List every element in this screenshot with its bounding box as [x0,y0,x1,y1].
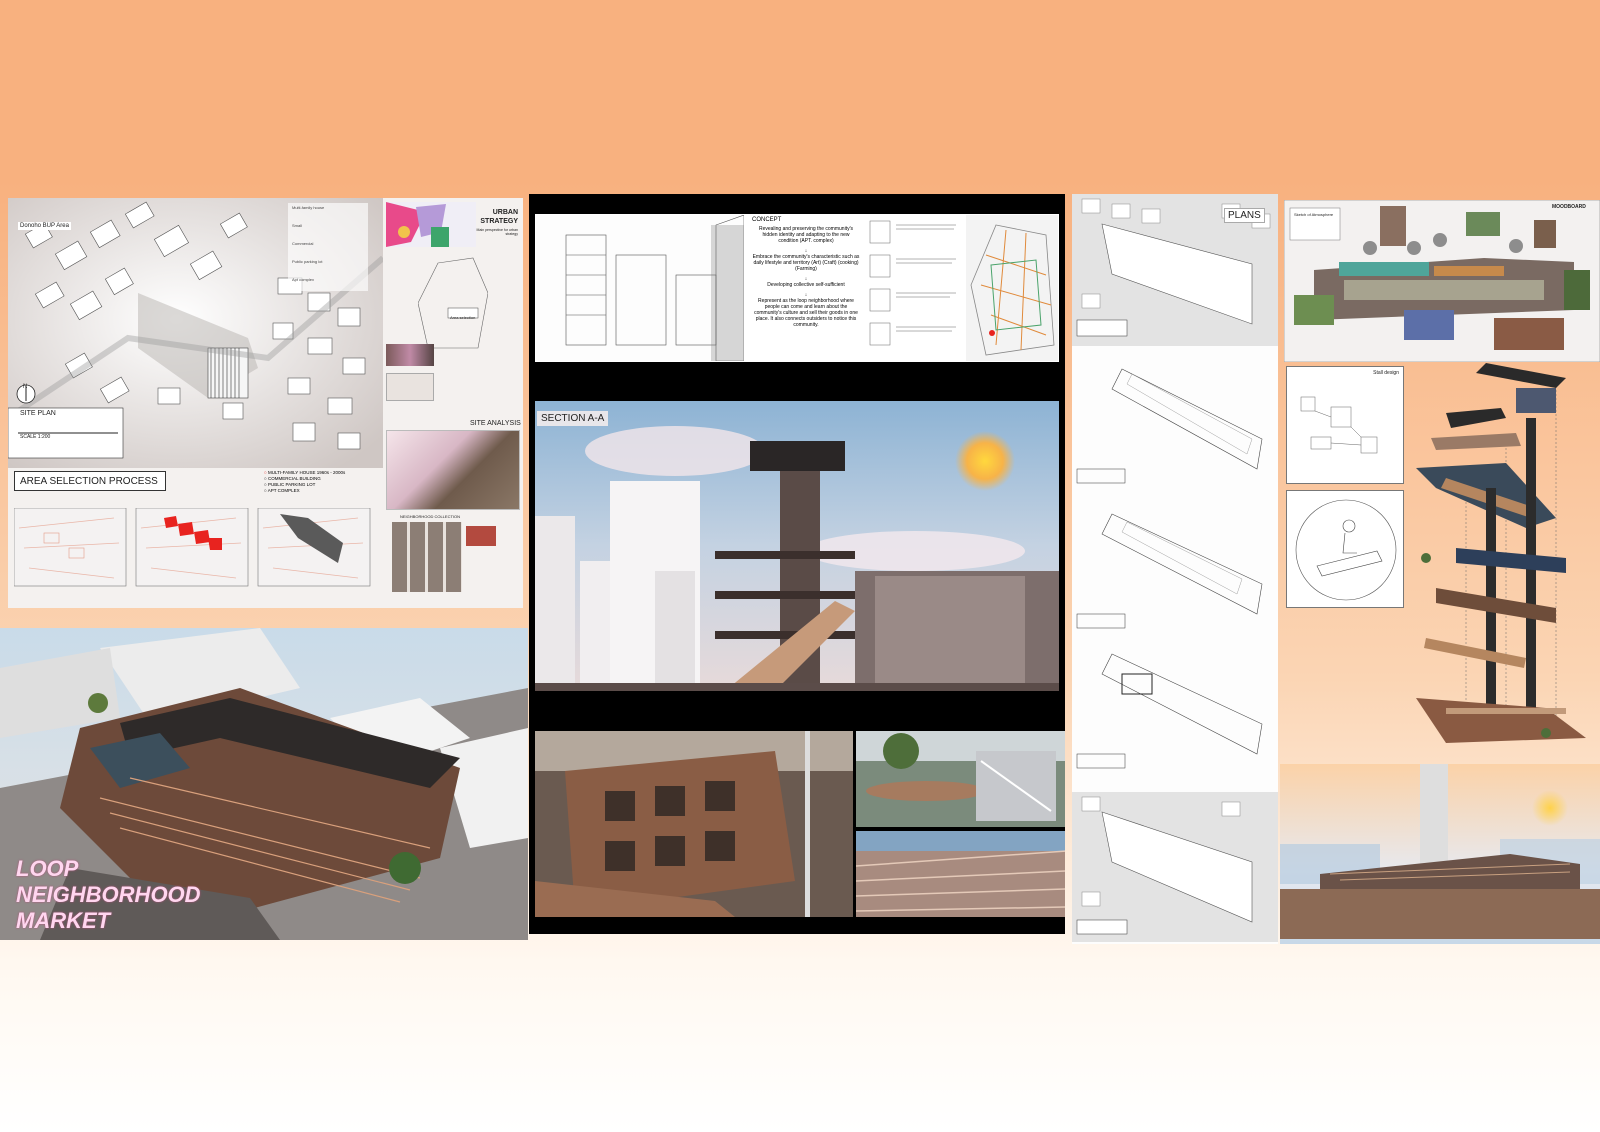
moodboard-collage [1284,200,1600,362]
stall-detail-box [1286,490,1404,608]
plan-third-floor [1076,653,1263,769]
scale-label: SCALE 1:200 [20,434,51,440]
section-label: SECTION A-A [537,411,609,426]
neighborhood-collection-label: NEIGHBORHOOD COLLECTION [400,514,461,519]
street-sketch [536,215,744,361]
moodboard-title: MOODBOARD [1552,204,1586,210]
site-plan-label: SITE PLAN [20,410,56,417]
project-title-line: LOOP [16,856,79,881]
plans-title: PLANS [1224,208,1265,223]
photo-thumb [466,526,496,546]
activity-sketches [866,215,964,361]
plans-board: PLANS [1072,194,1278,944]
concept-title: CONCEPT [752,217,782,223]
stall-design-box: Stall design [1286,366,1404,484]
urban-strategy-image [386,202,476,247]
strategy-item: Commercial [292,241,314,246]
plan-second-floor [1076,513,1263,629]
area-selection-diagrams [14,508,371,587]
moodboard-tag: Sketch of Atmosphere [1294,212,1334,217]
stall-design-title: Stall design [1373,370,1399,376]
facade-render [535,731,853,917]
legend-item: ○ APT COMPLEX [264,488,300,493]
concept-line: Developing collective self-sufficient [767,282,845,288]
strategy-item: Public parking lot [292,259,323,264]
area-selection-title: AREA SELECTION PROCESS [20,476,158,487]
site-analysis-title: SITE ANALYSIS [470,420,521,427]
photo-thumb [386,344,434,366]
neighborhood-collection-grid [392,522,462,592]
concept-section-board: CONCEPT Revealing and preserving the com… [529,194,1065,934]
strategy-item: Small [292,223,303,228]
concept-line: Embrace the community's characteristic s… [752,254,860,272]
site-analysis-collage [386,430,520,510]
project-title-line: MARKET [16,908,111,933]
loop-map-diagram [966,215,1058,361]
concept-line: Revealing and preserving the community's… [758,226,854,244]
urban-strategy-title: URBAN STRATEGY [480,209,518,225]
strategy-diagram: Multi-family house Small Commercial Publ… [288,203,368,291]
strategy-item: Multi-family house [292,205,325,210]
elevation-render [1280,764,1600,944]
strategy-item: Apt complex [292,277,315,282]
north-label: N [23,384,28,390]
strategy-sketch [418,257,488,349]
urban-strategy-subtitle: Main perspective for urban strategy [476,228,518,236]
photo-thumb [386,373,434,401]
exploded-axonometric [1416,363,1586,743]
legend: ○ MULTI-FAMILY HOUSE 1960s - 2000s ○ COM… [264,470,384,494]
section-a-a-render [535,401,1059,691]
plan-roof [1072,792,1278,942]
stall-detail-sketch [1295,499,1397,601]
area-selection-tag: Area selection [450,315,476,320]
project-title: LOOP NEIGHBORHOOD MARKET [16,856,201,934]
concept-line: Represent as the loop neighborhood where… [754,298,858,328]
plan-first-floor [1076,368,1263,484]
moodboard-board: MOODBOARD Sketch of Atmosphere Stall des… [1280,194,1600,944]
project-title-line: NEIGHBORHOOD [16,882,201,907]
concept-text-block: CONCEPT Revealing and preserving the com… [748,215,864,361]
rooftop-render [856,731,1065,827]
site-analysis-board: Donoho BUP Area N SITE PLAN SCALE 1:200 … [8,198,523,608]
ramp-render [856,831,1065,917]
stall-exploded-drawing [1300,396,1378,454]
area-label: Donoho BUP Area [18,222,71,230]
